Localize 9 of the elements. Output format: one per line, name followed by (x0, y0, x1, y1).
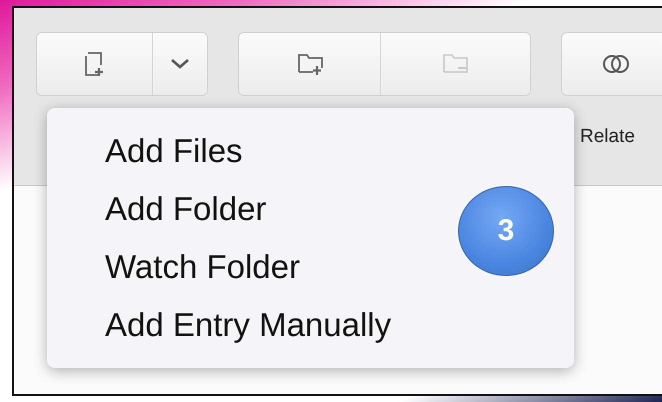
menu-caret-button[interactable] (152, 33, 208, 95)
menu-item[interactable]: Add Files (105, 122, 243, 180)
menu-item[interactable]: Add Folder (105, 180, 266, 238)
menu-item[interactable]: Watch Folder (105, 238, 300, 296)
toolbar-label: Relate (580, 126, 635, 148)
related-button[interactable] (562, 33, 662, 95)
add-folder-button[interactable] (239, 33, 380, 95)
add-file-button[interactable] (37, 33, 152, 95)
menu-item[interactable]: Add Entry Manually (105, 296, 392, 354)
